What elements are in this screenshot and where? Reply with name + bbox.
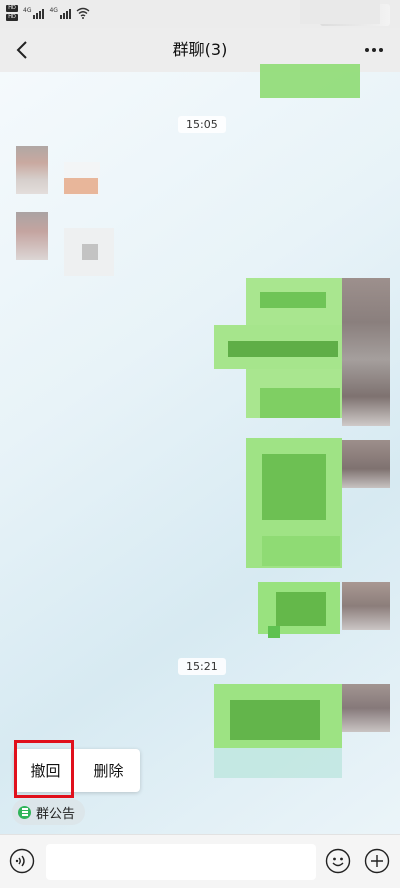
highlight-annotation xyxy=(14,740,74,798)
input-bar xyxy=(0,834,400,888)
hd-indicator: HD HD xyxy=(6,5,18,21)
mosaic-block xyxy=(262,536,340,566)
mosaic-block xyxy=(260,388,340,418)
hd-badge-1: HD xyxy=(6,5,18,12)
mosaic-block xyxy=(228,341,338,357)
timestamp-1: 15:05 xyxy=(178,116,226,133)
mosaic-block xyxy=(276,592,326,626)
sent-avatar-2 xyxy=(342,440,390,488)
mosaic-block xyxy=(260,292,326,308)
group-announcement-chip[interactable]: 群公告 xyxy=(12,799,86,825)
mosaic-block xyxy=(262,454,326,520)
plus-icon[interactable] xyxy=(364,848,390,874)
more-icon xyxy=(365,48,369,52)
mosaic-block xyxy=(300,0,380,24)
timestamp-2: 15:21 xyxy=(178,658,226,675)
delete-menu-item[interactable]: 删除 xyxy=(77,760,140,781)
signal-icon-1: 4G xyxy=(23,7,45,19)
hd-badge-2: HD xyxy=(6,14,18,21)
sent-avatar-3 xyxy=(342,582,390,630)
avatar-1 xyxy=(16,146,48,194)
sent-avatar-1 xyxy=(342,278,390,426)
announcement-icon xyxy=(18,805,31,819)
announcement-label: 群公告 xyxy=(36,806,76,822)
voice-icon[interactable] xyxy=(9,848,35,874)
mosaic-block xyxy=(268,626,280,638)
avatar-2 xyxy=(16,212,48,260)
status-left: HD HD 4G 4G xyxy=(6,5,90,21)
mosaic-block xyxy=(82,244,98,260)
network-label-2: 4G xyxy=(49,7,58,14)
chat-screen: HD HD 4G 4G 群聊(3) 15:05 15:21 撤回 删除 群公告 xyxy=(0,0,400,888)
mosaic-block xyxy=(260,64,360,98)
wifi-icon xyxy=(76,7,90,19)
sent-avatar-4 xyxy=(342,684,390,732)
network-label-1: 4G xyxy=(23,7,32,14)
mosaic-block xyxy=(64,178,98,194)
mosaic-block xyxy=(214,748,342,778)
mosaic-block xyxy=(230,700,320,740)
more-button[interactable] xyxy=(362,40,386,60)
message-input[interactable] xyxy=(46,844,316,880)
signal-icon-2: 4G xyxy=(49,7,71,19)
emoji-icon[interactable] xyxy=(325,848,351,874)
